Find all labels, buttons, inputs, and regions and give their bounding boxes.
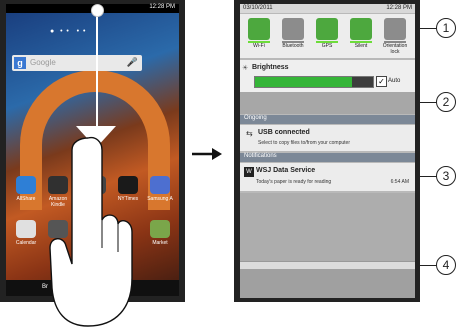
panel-status-bar: 03/10/2011 12:28 PM — [240, 4, 415, 13]
callout-3: 3 — [436, 166, 456, 186]
app-label: Samsung A — [147, 196, 173, 202]
app-label: Calendar — [15, 240, 37, 246]
app-label: Market — [152, 240, 168, 246]
wsj-notification[interactable]: W WSJ Data Service Today's paper is read… — [240, 163, 415, 191]
panel-time: 12:28 PM — [386, 5, 412, 11]
brightness-slider[interactable] — [254, 76, 374, 88]
wsj-icon: W — [244, 167, 254, 177]
callout-leader-2 — [415, 102, 437, 103]
google-search-label: Google — [30, 58, 56, 67]
ongoing-usb-notification[interactable]: ⇆ USB connected Select to copy files to/… — [240, 125, 415, 151]
google-search-widget[interactable]: g Google 🎤 — [12, 55, 142, 71]
callout-leader-4 — [415, 265, 437, 266]
ongoing-header: Ongoing — [240, 115, 415, 124]
wifi-icon[interactable] — [248, 18, 270, 40]
calendar-icon[interactable] — [16, 220, 36, 238]
quick-setting-label: Orientation lock — [382, 43, 408, 55]
app-label: AllShare — [16, 196, 36, 202]
brightness-row: ☀ Brightness ✓ Auto — [240, 60, 415, 92]
quick-setting-label: Bluetooth — [282, 43, 304, 49]
quick-setting-label: Wi-Fi — [253, 43, 265, 49]
panel-date: 03/10/2011 — [243, 5, 273, 11]
empty-notification-area — [240, 193, 415, 261]
silent-icon[interactable] — [350, 18, 372, 40]
swipe-start-dot — [91, 4, 104, 17]
brightness-label: Brightness — [252, 64, 289, 71]
right-arrow-icon — [192, 148, 222, 160]
market-icon[interactable] — [150, 220, 170, 238]
callout-leader-3 — [415, 176, 437, 177]
panel-gap — [240, 92, 415, 114]
allshare-icon[interactable] — [16, 176, 36, 194]
bluetooth-icon[interactable] — [282, 18, 304, 40]
quick-setting-label: Silent — [354, 43, 368, 49]
hand-icon — [49, 136, 133, 327]
usb-title: USB connected — [258, 129, 310, 136]
wsj-time: 6:54 AM — [390, 179, 409, 185]
wsj-title: WSJ Data Service — [256, 167, 316, 174]
microphone-icon[interactable]: 🎤 — [127, 57, 138, 68]
auto-brightness-checkbox[interactable]: ✓ — [376, 76, 387, 87]
gps-icon[interactable] — [316, 18, 338, 40]
callout-leader-1 — [415, 28, 437, 29]
brightness-slider-fill — [255, 77, 352, 87]
home-page-indicator: ● • • • • — [50, 28, 86, 35]
auto-brightness-label: Auto — [388, 78, 401, 84]
notifications-header: Notifications — [240, 153, 415, 162]
status-time: 12:28 PM — [149, 4, 175, 10]
callout-1: 1 — [436, 18, 456, 38]
quick-settings-bar: Wi-Fi Bluetooth GPS Silent Orientation lock — [240, 14, 415, 58]
wsj-text: Today's paper is ready for reading — [256, 179, 332, 185]
google-logo-icon: g — [14, 57, 26, 69]
panel-bottom — [240, 269, 415, 298]
callout-2: 2 — [436, 92, 456, 112]
brightness-icon: ☀ — [242, 65, 249, 72]
usb-text: Select to copy files to/from your comput… — [258, 140, 350, 146]
usb-icon: ⇆ — [246, 129, 253, 138]
swipe-down-line — [96, 8, 98, 138]
orientation-lock-icon[interactable] — [384, 18, 406, 40]
callout-4: 4 — [436, 255, 456, 275]
quick-setting-label: GPS — [321, 43, 333, 49]
samsung-apps-icon[interactable] — [150, 176, 170, 194]
